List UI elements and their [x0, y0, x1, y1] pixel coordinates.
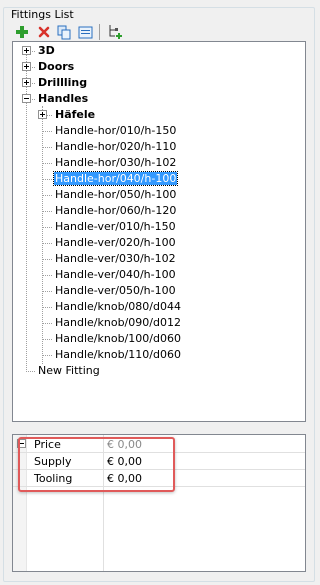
copy-icon: [57, 25, 70, 39]
tree-node[interactable]: Drillling: [37, 75, 88, 91]
tree-node[interactable]: Handles: [37, 91, 89, 107]
tree-connector: [42, 275, 52, 276]
properties-button[interactable]: [76, 23, 94, 41]
tree-connector: [42, 211, 52, 212]
tree-connector: [26, 371, 35, 372]
expand-icon[interactable]: [22, 62, 31, 71]
collapse-icon[interactable]: [22, 94, 31, 103]
tree-connector: [42, 323, 52, 324]
tree-connector: [42, 227, 52, 228]
tree-connector: [42, 307, 52, 308]
tree-connector: [42, 179, 52, 180]
tree-node[interactable]: Handle-hor/010/h-150: [54, 123, 177, 139]
toolbar-separator: [99, 24, 100, 40]
tree-connector: [42, 355, 52, 356]
add-button[interactable]: [13, 23, 31, 41]
tree-node-label: Handle/knob/110/d060: [55, 348, 181, 361]
tree-node-label: Handle/knob/090/d012: [55, 316, 181, 329]
tree-node-label: Handle-hor/040/h-100: [52, 171, 179, 186]
tree-node[interactable]: 3D: [37, 43, 56, 59]
tree-connector: [42, 259, 52, 260]
tree-node-label: Handle-ver/010/h-150: [55, 220, 176, 233]
expand-icon[interactable]: [38, 110, 47, 119]
tree-connector: [42, 147, 52, 148]
tree-node-label: Häfele: [55, 108, 96, 121]
tree-connector: [42, 339, 52, 340]
group-title: Fittings List: [9, 8, 76, 22]
tree-connector: [42, 163, 52, 164]
tree-node-label: Handle-hor/030/h-102: [55, 156, 177, 169]
tree-node-label: Handle-hor/020/h-110: [55, 140, 177, 153]
tree-connector: [42, 243, 52, 244]
tree-node[interactable]: New Fitting: [37, 363, 101, 379]
tree-node-label: Handle-hor/050/h-100: [55, 188, 177, 201]
add-subnode-button[interactable]: [106, 23, 124, 41]
delete-button[interactable]: [35, 23, 53, 41]
tree-connector: [42, 131, 52, 132]
properties-icon: [78, 26, 92, 38]
fittings-tree[interactable]: 3D Doors Drillling Handles Häfele Handle-hor/…: [12, 41, 306, 422]
tree-node-label: Handle-ver/050/h-100: [55, 284, 176, 297]
tree-node[interactable]: Handle-ver/040/h-100: [54, 267, 177, 283]
tree-node[interactable]: Handle-hor/020/h-110: [54, 139, 177, 155]
tree-node-label: Handle-ver/030/h-102: [55, 252, 176, 265]
tree-node[interactable]: Handle-ver/030/h-102: [54, 251, 177, 267]
tree-node[interactable]: Doors: [37, 59, 75, 75]
tree-node[interactable]: Handle-ver/050/h-100: [54, 283, 177, 299]
tree-node-label: Handle-hor/010/h-150: [55, 124, 177, 137]
tree-node[interactable]: Handle-hor/030/h-102: [54, 155, 177, 171]
tree-node-label: Drillling: [38, 76, 88, 89]
tree-node[interactable]: Handle-ver/010/h-150: [54, 219, 177, 235]
tree-node[interactable]: Handle/knob/080/d044: [54, 299, 182, 315]
copy-button[interactable]: [55, 23, 73, 41]
expand-icon[interactable]: [22, 78, 31, 87]
tree-add-icon: [109, 25, 122, 39]
delete-icon: [38, 26, 50, 38]
tree-node-label: Handle/knob/100/d060: [55, 332, 181, 345]
tree-node[interactable]: Handle-hor/050/h-100: [54, 187, 177, 203]
tree-node-label: Handle-ver/020/h-100: [55, 236, 176, 249]
expand-icon[interactable]: [22, 46, 31, 55]
tree-node-label: New Fitting: [38, 364, 100, 377]
highlight-annotation: [18, 437, 175, 492]
tree-node[interactable]: Handle-hor/040/h-100: [52, 171, 179, 187]
tree-node[interactable]: Handle/knob/110/d060: [54, 347, 182, 363]
tree-node-label: 3D: [38, 44, 55, 57]
tree-connector: [42, 195, 52, 196]
toolbar: [13, 22, 313, 42]
add-icon: [16, 26, 28, 38]
tree-node[interactable]: Häfele: [54, 107, 96, 123]
tree-node-label: Handle/knob/080/d044: [55, 300, 181, 313]
tree-connector: [42, 291, 52, 292]
tree-node-label: Doors: [38, 60, 75, 73]
tree-node[interactable]: Handle/knob/100/d060: [54, 331, 182, 347]
tree-node-label: Handle-hor/060/h-120: [55, 204, 177, 217]
tree-node-label: Handles: [38, 92, 89, 105]
tree-node[interactable]: Handle-hor/060/h-120: [54, 203, 177, 219]
tree-node-label: Handle-ver/040/h-100: [55, 268, 176, 281]
tree-connector: [42, 106, 43, 364]
tree-node[interactable]: Handle/knob/090/d012: [54, 315, 182, 331]
tree-node[interactable]: Handle-ver/020/h-100: [54, 235, 177, 251]
